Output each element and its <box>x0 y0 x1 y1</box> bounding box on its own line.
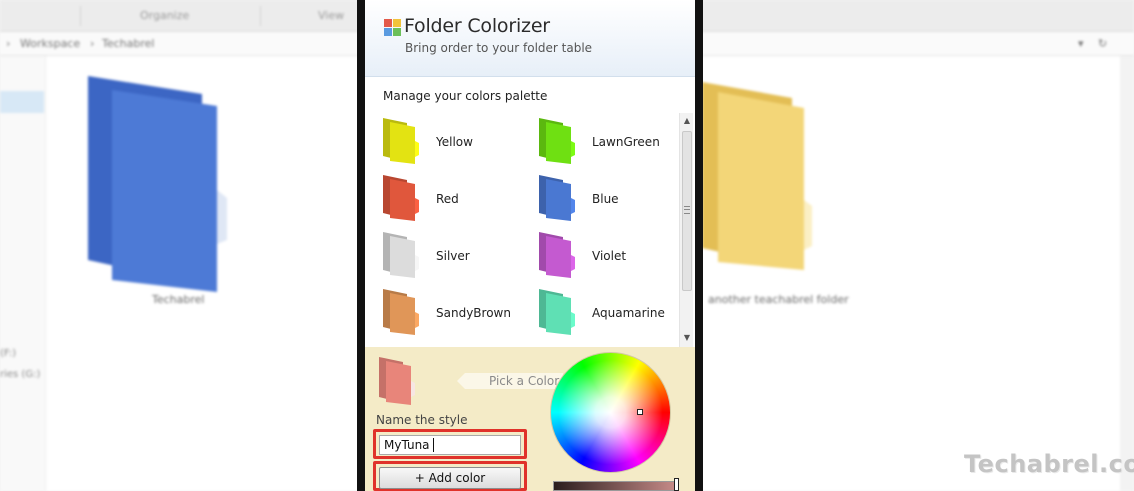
folder-icon <box>539 289 575 335</box>
nav-pane-selected-item[interactable] <box>0 91 44 113</box>
pick-color-label: Pick a Color <box>489 374 560 388</box>
add-color-button[interactable]: + Add color <box>379 467 521 489</box>
scroll-grip-icon <box>684 206 690 214</box>
color-wheel[interactable] <box>550 352 671 473</box>
folder-icon <box>539 118 575 164</box>
folder-icon <box>539 175 575 221</box>
style-name-input[interactable] <box>379 435 521 455</box>
toolbar-organize[interactable]: Organize <box>140 9 189 22</box>
folder-icon <box>383 175 419 221</box>
brightness-slider-thumb[interactable] <box>674 478 679 491</box>
refresh-icon[interactable]: ↻ <box>1098 37 1107 50</box>
toolbar-separator <box>80 6 81 26</box>
pick-color-pointer <box>457 373 465 389</box>
breadcrumb-chevron: › <box>6 37 11 50</box>
app-logo-icon <box>384 19 401 36</box>
explorer-nav-pane <box>0 56 46 491</box>
toolbar-separator <box>260 6 261 26</box>
palette-item-label: Violet <box>592 249 627 263</box>
phone-frame: Folder Colorizer Bring order to your fol… <box>357 0 703 491</box>
palette-heading: Manage your colors palette <box>383 89 548 103</box>
nav-drive-g[interactable]: ries (G:) <box>0 369 40 380</box>
scroll-thumb[interactable] <box>682 131 692 291</box>
folder-icon <box>539 232 575 278</box>
app-title: Folder Colorizer <box>404 15 550 37</box>
palette-item-label: Blue <box>592 192 619 206</box>
breadcrumb-workspace[interactable]: Workspace <box>20 37 80 50</box>
palette-item-label: Aquamarine <box>592 306 665 320</box>
folder-label: another teachabrel folder <box>708 293 849 306</box>
folder-icon <box>383 118 419 164</box>
folder-icon <box>383 289 419 335</box>
add-color-highlight: + Add color <box>373 461 527 491</box>
folder-icon-blue[interactable] <box>82 70 232 295</box>
address-dropdown-icon[interactable]: ▾ <box>1078 37 1084 50</box>
color-wheel-marker[interactable] <box>637 409 643 415</box>
app-subtitle: Bring order to your folder table <box>405 41 593 55</box>
folder-colorizer-app: Folder Colorizer Bring order to your fol… <box>365 0 695 491</box>
palette-item-red[interactable]: Red <box>373 170 523 221</box>
scroll-down-arrow-icon[interactable]: ▼ <box>682 333 692 343</box>
folder-icon-yellow[interactable] <box>700 78 820 273</box>
preview-folder-icon <box>379 357 415 405</box>
color-editor-panel: Pick a Color Name the style + Add color <box>365 347 695 491</box>
folder-icon <box>383 232 419 278</box>
style-name-label: Name the style <box>376 413 468 427</box>
palette-item-lawngreen[interactable]: LawnGreen <box>529 113 679 164</box>
palette-item-aquamarine[interactable]: Aquamarine <box>529 284 679 335</box>
palette-item-violet[interactable]: Violet <box>529 227 679 278</box>
style-name-highlight <box>373 429 527 459</box>
breadcrumb-techabrel[interactable]: Techabrel <box>102 37 154 50</box>
brightness-slider[interactable] <box>553 481 679 491</box>
palette-item-sandybrown[interactable]: SandyBrown <box>373 284 523 335</box>
palette-scrollbar[interactable]: ▲ ▼ <box>679 113 693 347</box>
palette-item-label: Yellow <box>436 135 473 149</box>
app-header: Folder Colorizer Bring order to your fol… <box>365 0 695 77</box>
breadcrumb-chevron: › <box>90 37 95 50</box>
color-palette-list: Yellow LawnGreen Red Blue Silver Violet SandyB… <box>373 113 679 347</box>
folder-label: Techabrel <box>152 293 205 306</box>
watermark: Techabrel.com <box>964 450 1134 478</box>
palette-item-label: LawnGreen <box>592 135 660 149</box>
palette-item-blue[interactable]: Blue <box>529 170 679 221</box>
toolbar-view[interactable]: View <box>318 9 344 22</box>
palette-item-silver[interactable]: Silver <box>373 227 523 278</box>
text-caret <box>433 438 434 452</box>
explorer-scrollbar[interactable] <box>1120 56 1134 491</box>
palette-item-label: Red <box>436 192 459 206</box>
palette-item-label: SandyBrown <box>436 306 511 320</box>
nav-drive-f[interactable]: (F:) <box>0 348 16 359</box>
scroll-up-arrow-icon[interactable]: ▲ <box>682 116 692 126</box>
palette-item-yellow[interactable]: Yellow <box>373 113 523 164</box>
palette-item-label: Silver <box>436 249 470 263</box>
